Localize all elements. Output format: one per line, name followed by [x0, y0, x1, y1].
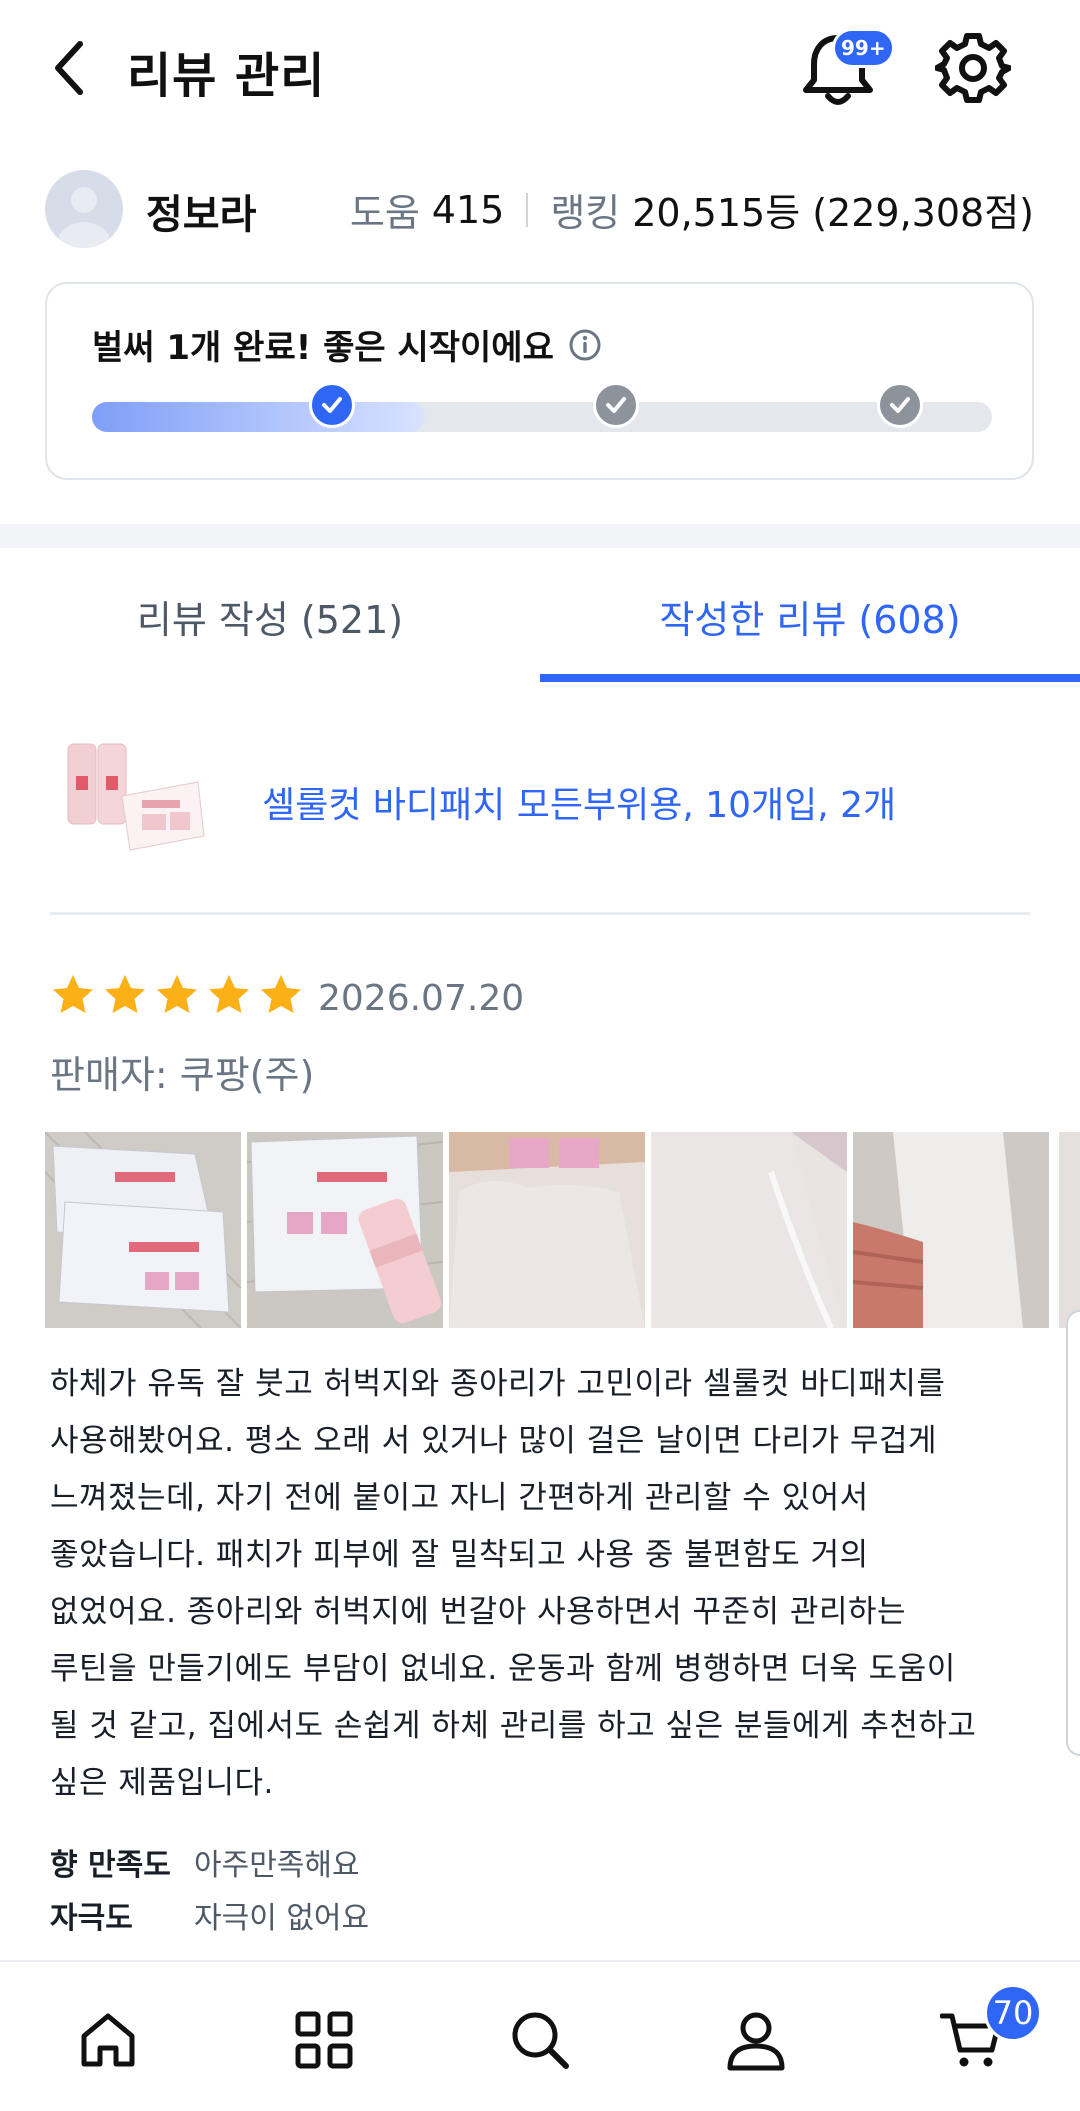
review-line: 될 것 같고, 집에서도 손쉽게 하체 관리를 하고 싶은 분들에게 추천하고 — [50, 1708, 977, 1744]
stats-divider — [526, 192, 529, 227]
product-divider — [50, 912, 1030, 915]
help-count: 415 — [431, 187, 505, 232]
star-icon — [105, 975, 145, 1013]
tab-write-review[interactable]: 리뷰 작성 (521) — [0, 548, 540, 684]
progress-track — [92, 402, 992, 432]
review-line: 없었어요. 종아리와 허벅지에 번갈아 사용하면서 꾸준히 관리하는 — [50, 1594, 907, 1630]
review-line: 좋았습니다. 패치가 피부에 잘 밀착되고 사용 중 불편함도 거의 — [50, 1537, 869, 1573]
review-photo-2[interactable] — [247, 1132, 443, 1328]
search-icon — [512, 2012, 569, 2069]
categories-icon — [295, 2011, 353, 2069]
back-button[interactable] — [40, 28, 100, 108]
star-icon — [261, 975, 301, 1013]
review-date: 2026.07.20 — [318, 978, 525, 1019]
progress-fill — [92, 402, 425, 432]
step-3-check-icon — [877, 382, 923, 428]
nav-home[interactable] — [68, 2000, 148, 2080]
user-stats: 도움 415 랭킹 20,515등 (229,308점) — [350, 182, 1034, 237]
gear-icon — [934, 33, 1012, 103]
attribute-value: 아주만족해요 — [194, 1848, 360, 1883]
section-divider — [0, 524, 1080, 548]
header: 리뷰 관리 99+ — [0, 0, 1080, 140]
review-photos[interactable] — [45, 1132, 1080, 1328]
review-photo-4[interactable] — [651, 1132, 847, 1328]
review-photo-6-partial[interactable] — [1055, 1132, 1080, 1328]
chevron-left-icon — [55, 41, 83, 95]
avatar[interactable] — [45, 170, 123, 248]
review-photo-3[interactable] — [449, 1132, 645, 1328]
attribute-scent-satisfaction: 향 만족도 아주만족해요 — [50, 1840, 360, 1884]
attribute-key: 향 만족도 — [50, 1848, 171, 1883]
review-line: 루틴을 만들기에도 부담이 없네요. 운동과 함께 병행하면 더욱 도움이 — [50, 1651, 956, 1687]
review-line: 하체가 유독 잘 붓고 허벅지와 종아리가 고민이라 셀룰컷 바디패치를 — [50, 1366, 946, 1402]
product-thumbnail[interactable] — [62, 740, 206, 854]
cart-count-badge: 70 — [984, 1984, 1042, 2042]
progress-message: 벌써 1개 완료! 좋은 시작이에요 — [92, 328, 554, 368]
star-icon — [209, 975, 249, 1013]
nav-categories[interactable] — [284, 2000, 364, 2080]
rating-stars — [50, 972, 304, 1018]
review-tabs: 리뷰 작성 (521) 작성한 리뷰 (608) — [0, 548, 1080, 684]
product-name-link[interactable]: 셀룰컷 바디패치 모든부위용, 10개입, 2개 — [262, 776, 896, 828]
settings-button[interactable] — [934, 28, 1012, 108]
review-line: 싶은 제품입니다. — [50, 1765, 274, 1801]
my-account-icon — [727, 2012, 785, 2071]
user-silhouette-icon — [58, 187, 110, 248]
star-icon — [53, 975, 93, 1013]
active-tab-indicator — [540, 674, 1080, 682]
progress-message-row: 벌써 1개 완료! 좋은 시작이에요 — [92, 320, 602, 369]
nav-my-account[interactable] — [716, 2000, 796, 2080]
scrollbar-handle[interactable] — [1066, 1310, 1080, 1756]
review-line: 사용해봤어요. 평소 오래 서 있거나 많이 걸은 날이면 다리가 무겁게 — [50, 1423, 938, 1459]
seller-info: 판매자: 쿠팡(주) — [50, 1053, 315, 1097]
step-2-check-icon — [593, 382, 639, 428]
step-1-check-icon — [309, 382, 355, 428]
review-text: 하체가 유독 잘 붓고 허벅지와 종아리가 고민이라 셀룰컷 바디패치를 사용해… — [50, 1356, 1040, 1812]
review-photo-5[interactable] — [853, 1132, 1049, 1328]
review-line: 느껴졌는데, 자기 전에 붙이고 자니 간편하게 관리할 수 있어서 — [50, 1480, 869, 1516]
notification-badge: 99+ — [832, 28, 895, 68]
progress-card: 벌써 1개 완료! 좋은 시작이에요 — [45, 282, 1034, 480]
ranking-value: 20,515등 (229,308점) — [632, 191, 1034, 235]
ranking-label: 랭킹 — [550, 191, 621, 235]
tab-written-reviews[interactable]: 작성한 리뷰 (608) — [540, 548, 1080, 684]
help-label: 도움 — [349, 191, 420, 235]
info-icon[interactable] — [568, 328, 602, 362]
nav-search[interactable] — [500, 2000, 580, 2080]
attribute-key: 자극도 — [50, 1901, 133, 1936]
page-title: 리뷰 관리 — [127, 48, 326, 104]
review-photo-1[interactable] — [45, 1132, 241, 1328]
attribute-irritation: 자극도 자극이 없어요 — [50, 1893, 369, 1937]
attribute-value: 자극이 없어요 — [194, 1901, 370, 1936]
home-icon — [81, 2013, 135, 2067]
user-name: 정보라 — [146, 192, 257, 238]
bottom-navigation — [0, 1960, 1080, 2111]
star-icon — [157, 975, 197, 1013]
